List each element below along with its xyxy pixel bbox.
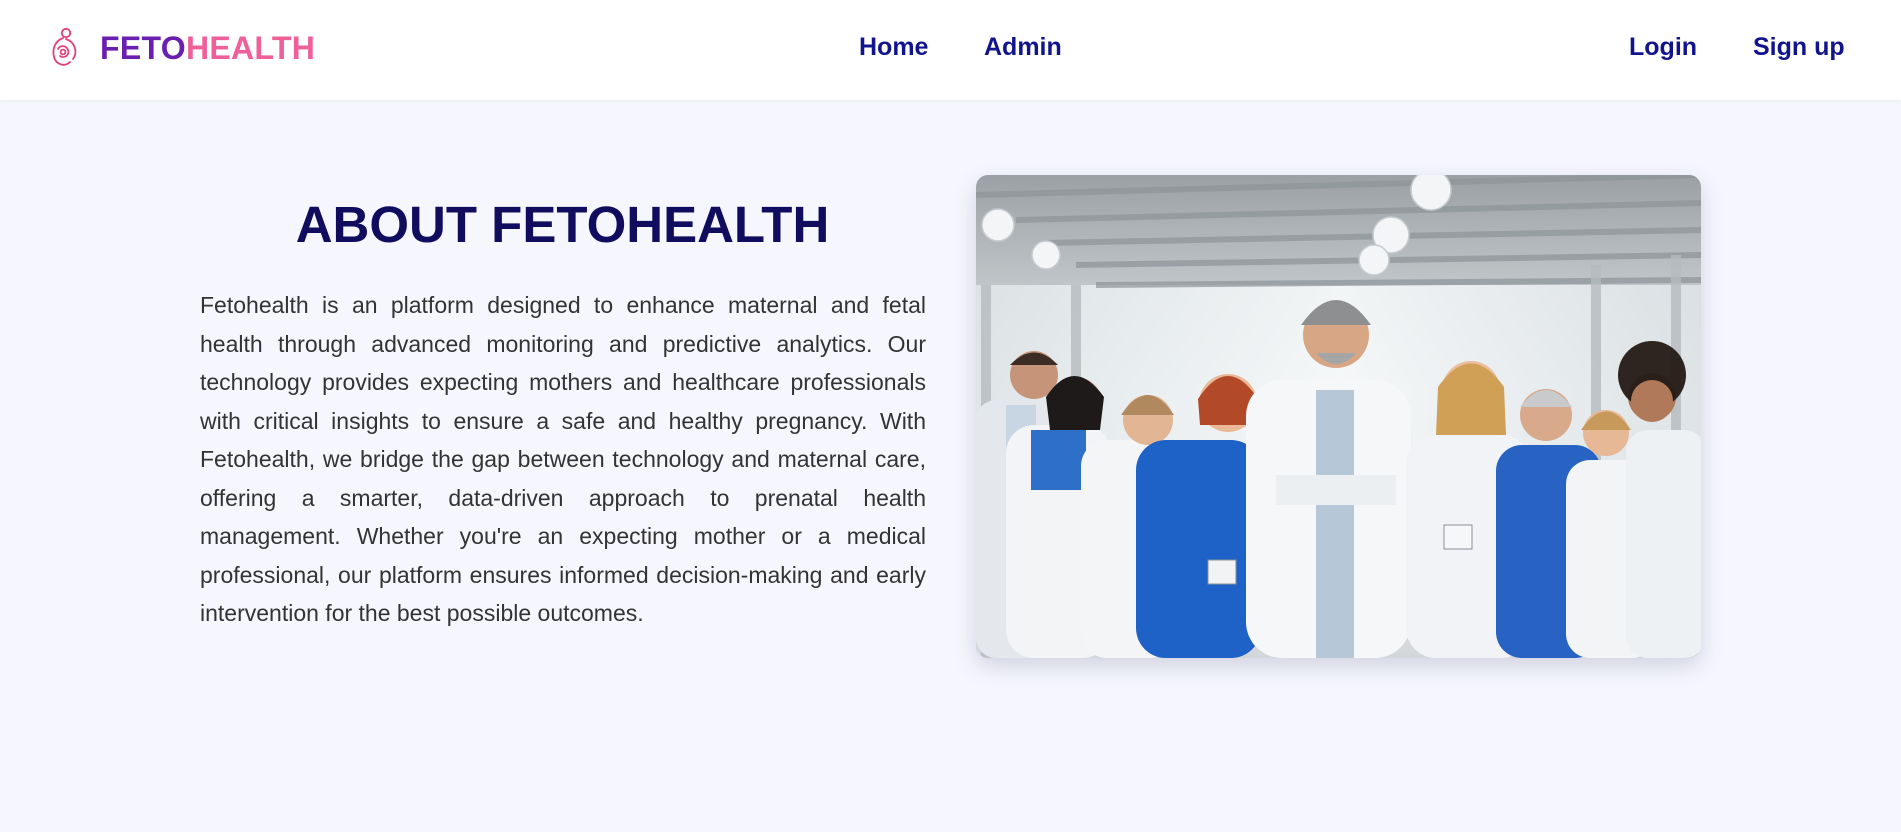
about-section: ABOUT FETOHEALTH Fetohealth is an platfo…	[0, 100, 1901, 832]
nav-link-home[interactable]: Home	[859, 35, 928, 60]
medical-team-photo	[976, 175, 1701, 658]
navbar: FETOHEALTH Home Admin Login Sign up	[0, 0, 1901, 100]
about-title: ABOUT FETOHEALTH	[295, 196, 830, 253]
brand-name: FETOHEALTH	[100, 32, 315, 64]
nav-link-admin[interactable]: Admin	[984, 35, 1062, 60]
about-description: Fetohealth is an platform designed to en…	[200, 292, 926, 626]
brand-logo-link[interactable]: FETOHEALTH	[46, 26, 315, 70]
nav-link-login[interactable]: Login	[1629, 35, 1697, 60]
brand-name-part1: FETO	[100, 30, 186, 66]
pregnancy-icon	[52, 27, 77, 66]
brand-name-part2: HEALTH	[185, 30, 316, 66]
nav-link-signup[interactable]: Sign up	[1753, 35, 1845, 60]
medical-team-illustration	[976, 175, 1701, 658]
